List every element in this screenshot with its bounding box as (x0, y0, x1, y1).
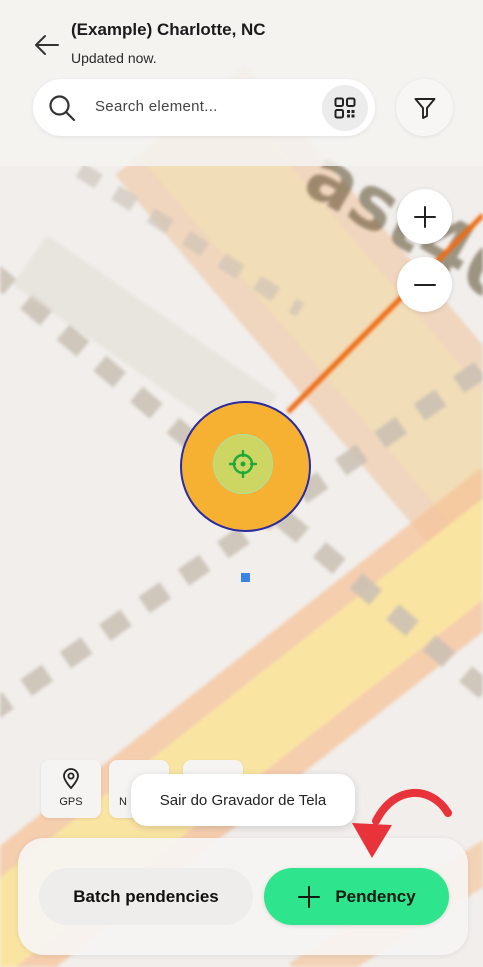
qr-code-icon (334, 97, 356, 119)
zoom-in-button[interactable] (397, 189, 452, 244)
filter-icon (414, 97, 435, 119)
search-icon (49, 95, 76, 122)
plus-icon (297, 885, 321, 909)
page-title: (Example) Charlotte, NC (71, 20, 266, 39)
search-input[interactable]: Search element... (95, 98, 218, 115)
crosshair-icon (229, 450, 257, 478)
add-pendency-button[interactable]: Pendency (264, 868, 449, 925)
bottom-action-panel: Batch pendencies Pendency (18, 838, 468, 955)
zoom-out-button[interactable] (397, 257, 452, 312)
search-bar[interactable]: Search element... (33, 79, 375, 136)
map-marker[interactable] (180, 401, 311, 532)
pendency-label: Pendency (335, 886, 416, 906)
screen-recorder-toast[interactable]: Sair do Gravador de Tela (131, 774, 355, 826)
gps-button[interactable]: GPS (41, 760, 101, 818)
current-location-dot (241, 573, 250, 582)
location-pin-icon (63, 768, 79, 790)
top-header: (Example) Charlotte, NC Updated now. Sea… (0, 0, 483, 166)
gps-label: GPS (59, 796, 83, 808)
batch-pendencies-button[interactable]: Batch pendencies (39, 868, 253, 925)
back-button[interactable] (30, 30, 64, 60)
plus-icon (413, 205, 436, 228)
update-status: Updated now. (71, 50, 157, 66)
marker-center (213, 434, 273, 494)
qr-scan-button[interactable] (322, 85, 368, 131)
toast-text: Sair do Gravador de Tela (159, 791, 327, 809)
arrow-left-icon (35, 35, 59, 55)
minus-icon (413, 283, 436, 286)
filter-button[interactable] (396, 79, 453, 136)
